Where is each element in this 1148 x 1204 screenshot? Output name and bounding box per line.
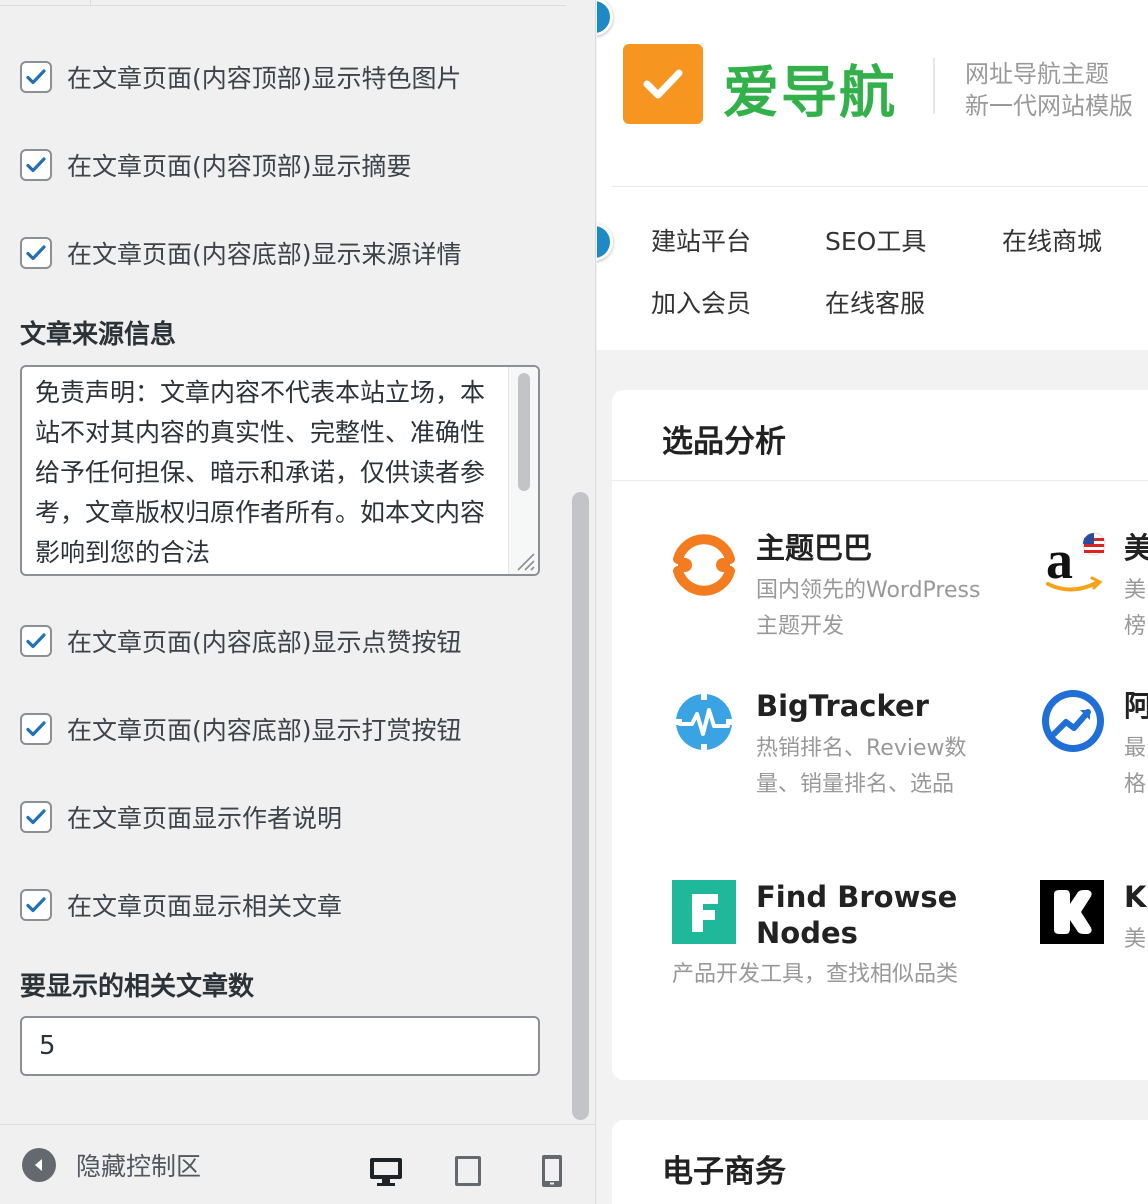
customizer-panel: 在文章页面(内容顶部)显示特色图片 在文章页面(内容顶部)显示摘要 在文章页面(… (0, 0, 596, 1204)
checkbox-label: 在文章页面(内容顶部)显示特色图片 (67, 64, 462, 93)
site-name[interactable]: 美 (1124, 530, 1148, 566)
section-divider (612, 480, 1148, 481)
check-icon (26, 157, 46, 173)
site-preview: 爱导航 网址导航主题 新一代网站模版 建站平台 SEO工具 在线商城 加入会员 … (597, 0, 1148, 1204)
section-card: 电子商务 (612, 1120, 1148, 1204)
check-icon (26, 721, 46, 737)
customizer-footer: 隐藏控制区 (0, 1124, 595, 1204)
site-name[interactable]: 主题巴巴 (756, 530, 986, 566)
site-desc: 国内领先的WordPress主题开发 (756, 578, 981, 639)
resize-handle-icon[interactable] (510, 546, 536, 572)
checkbox-label: 在文章页面(内容底部)显示点赞按钮 (67, 628, 462, 657)
checkbox-box[interactable] (20, 801, 52, 833)
checkbox-box[interactable] (20, 61, 52, 93)
checkbox-related-posts[interactable]: 在文章页面显示相关文章 (20, 885, 342, 925)
logo-badge[interactable] (623, 44, 703, 124)
check-icon (26, 245, 46, 261)
site-name[interactable]: 阿 (1124, 688, 1148, 724)
desktop-preview-icon[interactable] (368, 1153, 404, 1189)
checkbox-label: 在文章页面显示相关文章 (67, 892, 343, 921)
mobile-preview-icon[interactable] (534, 1153, 570, 1189)
nav-item-online-service[interactable]: 在线客服 (825, 284, 925, 320)
check-icon (26, 69, 46, 85)
site-logo-text[interactable]: 爱导航 (723, 48, 897, 129)
nav-item-seo-tools[interactable]: SEO工具 (825, 222, 926, 258)
source-info-text[interactable]: 免责声明：文章内容不代表本站立场，本站不对其内容的真实性、完整性、准确性给予任何… (35, 373, 505, 573)
textarea-scrollbar[interactable] (508, 367, 538, 574)
source-info-textarea[interactable]: 免责声明：文章内容不代表本站立场，本站不对其内容的真实性、完整性、准确性给予任何… (20, 365, 540, 576)
checkbox-label: 在文章页面显示作者说明 (67, 804, 343, 833)
checkbox-box[interactable] (20, 237, 52, 269)
tablet-preview-icon[interactable] (450, 1153, 486, 1189)
site-header: 爱导航 网址导航主题 新一代网站模版 建站平台 SEO工具 在线商城 加入会员 … (597, 0, 1148, 350)
checkbox-featured-image[interactable]: 在文章页面(内容顶部)显示特色图片 (20, 57, 462, 97)
site-desc: 热销排名、Review数量、销量排名、选品 (756, 736, 967, 797)
check-icon (26, 809, 46, 825)
source-info-title: 文章来源信息 (20, 320, 177, 350)
find-browse-nodes-icon[interactable] (672, 880, 736, 944)
textarea-scroll-thumb[interactable] (518, 373, 530, 491)
checkbox-reward-button[interactable]: 在文章页面(内容底部)显示打赏按钮 (20, 709, 462, 749)
site-name[interactable]: BigTracker (756, 688, 986, 724)
theme88-icon[interactable] (672, 533, 736, 597)
ki-icon[interactable] (1040, 880, 1104, 944)
svg-text:a: a (1046, 530, 1073, 590)
nav-item-site-platform[interactable]: 建站平台 (651, 222, 751, 258)
section-card: 选品分析 主题巴巴 国内领先的WordPress主题开发 a 美 美榜 BigT… (612, 390, 1148, 1080)
screen: 在文章页面(内容顶部)显示特色图片 在文章页面(内容顶部)显示摘要 在文章页面(… (0, 0, 1148, 1204)
related-count-title: 要显示的相关文章数 (20, 972, 255, 1002)
site-desc: 美榜 (1124, 578, 1147, 639)
slogan-line-1: 网址导航主题 (965, 60, 1109, 88)
check-icon (26, 897, 46, 913)
trend-chart-icon[interactable] (1040, 688, 1106, 754)
site-desc: 美 (1124, 927, 1147, 952)
site-name[interactable]: Find Browse Nodes (756, 879, 986, 951)
check-icon (26, 633, 46, 649)
panel-scrollbar[interactable] (566, 0, 595, 1124)
bigtracker-icon[interactable] (672, 690, 736, 754)
site-desc: 产品开发工具，查找相似品类 (672, 962, 959, 987)
checkbox-like-button[interactable]: 在文章页面(内容底部)显示点赞按钮 (20, 621, 462, 661)
slogan-line-2: 新一代网站模版 (965, 92, 1133, 120)
related-count-input[interactable]: 5 (20, 1016, 540, 1076)
collapse-arrow-icon (22, 1148, 56, 1182)
amazon-us-icon[interactable]: a (1040, 530, 1106, 596)
site-desc: 最格 (1124, 736, 1147, 797)
nav-item-join-member[interactable]: 加入会员 (651, 284, 751, 320)
panel-scroll-thumb[interactable] (572, 492, 589, 1120)
checkbox-author-bio[interactable]: 在文章页面显示作者说明 (20, 797, 342, 837)
collapse-sidebar-button[interactable]: 隐藏控制区 (22, 1125, 201, 1204)
checkbox-box[interactable] (20, 149, 52, 181)
site-name[interactable]: Ki (1124, 879, 1148, 915)
logo-divider (933, 58, 935, 114)
checkbox-label: 在文章页面(内容底部)显示打赏按钮 (67, 716, 462, 745)
checkbox-label: 在文章页面(内容底部)显示来源详情 (67, 240, 462, 269)
checkbox-box[interactable] (20, 713, 52, 745)
checkmark-logo-icon (643, 69, 683, 99)
section-title: 选品分析 (662, 424, 786, 460)
checkbox-label: 在文章页面(内容顶部)显示摘要 (67, 152, 412, 181)
header-divider (612, 186, 1148, 187)
checkbox-excerpt[interactable]: 在文章页面(内容顶部)显示摘要 (20, 145, 412, 185)
checkbox-box[interactable] (20, 889, 52, 921)
checkbox-source-details[interactable]: 在文章页面(内容底部)显示来源详情 (20, 233, 462, 273)
panel-top-bar (0, 0, 566, 6)
collapse-label: 隐藏控制区 (76, 1152, 202, 1181)
nav-item-online-store[interactable]: 在线商城 (1002, 222, 1102, 258)
section-title: 电子商务 (662, 1154, 786, 1190)
checkbox-box[interactable] (20, 625, 52, 657)
